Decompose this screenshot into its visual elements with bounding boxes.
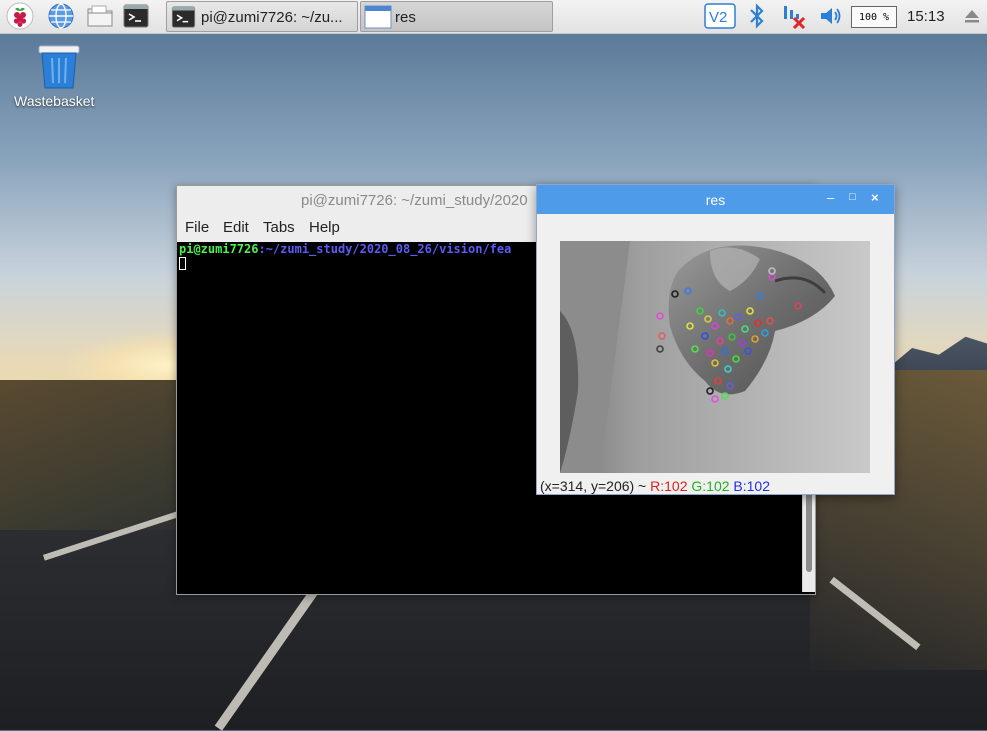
prompt-path: :~/zumi_study/2020_08_26/vision/fea xyxy=(258,242,512,256)
close-icon[interactable]: × xyxy=(871,190,879,205)
menu-file[interactable]: File xyxy=(185,219,209,236)
res-titlebar[interactable]: res – □ × xyxy=(537,185,894,214)
res-title: res xyxy=(705,192,726,208)
terminal-title: pi@zumi7726: ~/zumi_study/2020 xyxy=(301,192,528,209)
scrollbar-thumb[interactable] xyxy=(806,492,812,572)
cpu-monitor[interactable]: 100 % xyxy=(851,6,897,28)
text-cursor xyxy=(179,257,186,270)
task-terminal[interactable]: pi@zumi7726: ~/zu... xyxy=(166,1,358,32)
menu-tabs[interactable]: Tabs xyxy=(263,219,295,236)
wallpaper-mountains xyxy=(880,336,987,375)
wastebasket-label[interactable]: Wastebasket xyxy=(14,93,94,109)
raspberry-menu-icon[interactable] xyxy=(6,2,34,30)
pixel-red: R:102 xyxy=(650,478,688,494)
bluetooth-icon[interactable] xyxy=(746,3,768,29)
file-manager-icon[interactable] xyxy=(86,2,114,30)
res-window[interactable]: res – □ × (x=314, y=206) ~ R:102 G:102 B… xyxy=(536,184,895,495)
pixel-green: G:102 xyxy=(691,478,730,494)
top-panel: pi@zumi7726: ~/zu... res V2 100 % 15:13 xyxy=(0,0,987,34)
pixel-status-bar: (x=314, y=206) ~ R:102 G:102 B:102 xyxy=(540,478,770,494)
minimize-icon[interactable]: – xyxy=(827,190,834,205)
clock[interactable]: 15:13 xyxy=(907,8,945,25)
menu-edit[interactable]: Edit xyxy=(223,219,249,236)
terminal-launcher-icon[interactable] xyxy=(122,2,150,30)
wastebasket-icon[interactable] xyxy=(34,42,84,90)
menu-help[interactable]: Help xyxy=(309,219,340,236)
network-disconnected-icon[interactable] xyxy=(780,3,808,29)
shell-prompt: pi@zumi7726:~/zumi_study/2020_08_26/visi… xyxy=(179,242,511,256)
pixel-blue: B:102 xyxy=(733,478,771,494)
vnc-icon[interactable]: V2 xyxy=(704,3,736,29)
task-res-label: res xyxy=(395,9,416,26)
task-terminal-label: pi@zumi7726: ~/zu... xyxy=(201,9,343,26)
maximize-icon[interactable]: □ xyxy=(849,191,856,203)
web-browser-icon[interactable] xyxy=(47,2,75,30)
task-res[interactable]: res xyxy=(360,1,553,32)
eject-icon[interactable] xyxy=(963,9,981,23)
svg-text:V2: V2 xyxy=(709,9,727,26)
volume-icon[interactable] xyxy=(818,3,842,29)
prompt-user: pi@zumi7726 xyxy=(179,242,259,256)
window-icon xyxy=(364,5,392,29)
terminal-icon xyxy=(171,6,196,28)
pixel-coords: (x=314, y=206) ~ xyxy=(540,478,647,494)
camera-frame-image[interactable] xyxy=(560,241,870,473)
